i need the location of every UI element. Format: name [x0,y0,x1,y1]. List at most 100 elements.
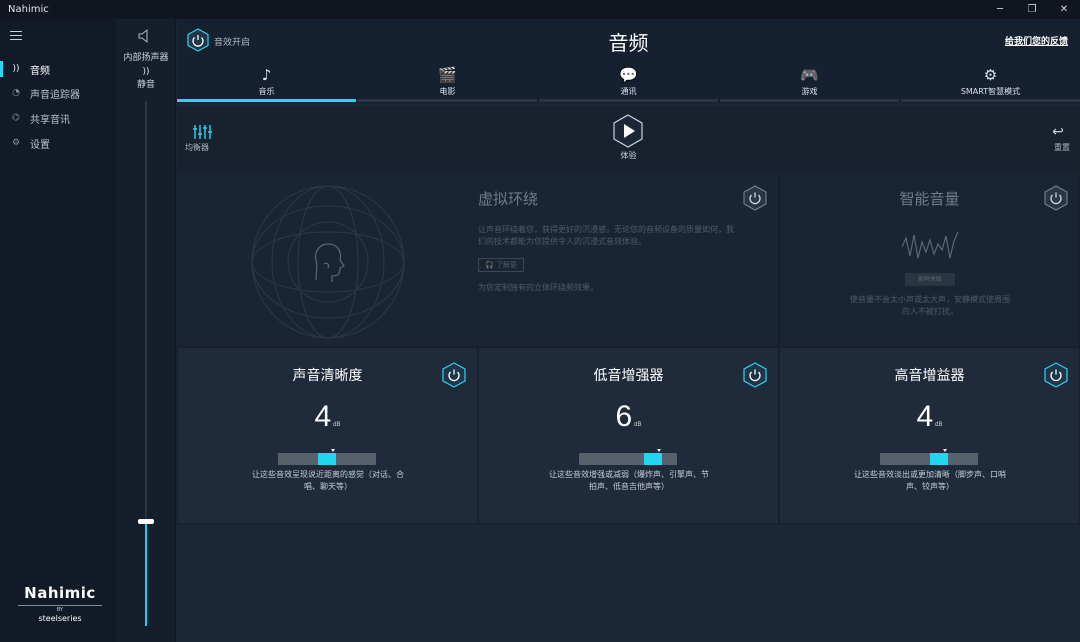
sidebar-item-label: 设置 [30,139,50,151]
maximize-icon: ❐ [1027,4,1037,15]
tab-indicator [358,99,537,102]
tab-smart-mode[interactable]: ⚙ SMART智慧模式 [901,59,1080,103]
effect-value-number: 6 [615,400,633,433]
effect-slider-fill [644,453,662,465]
effect-value-unit: dB [634,422,642,428]
effect-slider[interactable] [880,449,978,465]
effect-value: 4 dB [178,400,477,434]
close-button[interactable]: ✕ [1048,0,1080,19]
effect-title: 低音增强器 [593,368,664,384]
effect-slider-marker [943,449,947,452]
reset-label[interactable]: 重置 [1054,142,1070,153]
smart-volume-description: 使音量不会太小声或太大声，安静模式使周围的人不被打扰。 [850,295,1010,316]
voice-clarity-power-button[interactable] [442,362,466,388]
effect-card-treble-boost: 高音增益器 4 dB 让这些音效淡出或更加清晰（脚步声、口哨声、铰声等） [779,347,1080,524]
main-content: 音效开启 音频 给我们您的反馈 ♪ 音乐 🎬 电影 💬 通讯 🎮 游戏 ⚙ SM… [177,19,1080,642]
sound-wave-icon: )) [142,67,150,77]
waveform-icon [902,231,959,259]
smart-volume-button[interactable]: 影响关联 [905,273,955,286]
minimize-icon: ─ [996,4,1004,15]
effect-card-bass-boost: 低音增强器 6 dB 让这些音效增强或减弱（爆炸声、引擎声、节拍声、低音吉他声等） [478,347,779,524]
tab-indicator [539,99,718,102]
hamburger-icon[interactable] [10,31,22,40]
radar-icon: ◔ [12,88,20,98]
nahimic-logo: Nahimic BY steelseries [18,584,102,623]
effect-slider-fill [930,453,948,465]
effect-slider-marker [331,449,335,452]
sidebar-item-shared-audio[interactable]: ⌬ 共享音讯 [0,106,116,130]
effect-slider[interactable] [278,449,376,465]
speaker-icon [138,28,148,44]
chat-icon: 💬 [619,66,638,84]
effect-slider-marker [657,449,661,452]
effect-description: 让这些音效增强或减弱（爆炸声、引擎声、节拍声、低音吉他声等） [549,470,709,491]
volume-panel: 内部扬声器 )) 静音 [116,19,176,642]
effect-title: 声音清晰度 [292,368,363,384]
feedback-link[interactable]: 给我们您的反馈 [1005,34,1068,47]
device-label[interactable]: 内部扬声器 [116,50,176,63]
effect-slider-fill [318,453,336,465]
page-title: 音频 [608,31,649,55]
bass-boost-power-button[interactable] [743,362,767,388]
virtual-surround-power-button[interactable] [743,185,767,211]
reset-icon[interactable]: ↩ [1048,124,1068,140]
sidebar: )) 音频 ◔ 声音追踪器 ⌬ 共享音讯 ⚙ 设置 Nahimic BY ste… [0,19,116,642]
sidebar-item-label: 声音追踪器 [30,89,80,101]
tab-label: SMART智慧模式 [960,87,1021,96]
volume-slider-thumb[interactable] [138,519,154,524]
tab-movie[interactable]: 🎬 电影 [358,59,537,103]
learn-more-label: 了解更 [495,261,517,269]
tab-communication[interactable]: 💬 通讯 [539,59,718,103]
effect-slider[interactable] [579,449,677,465]
sidebar-item-audio[interactable]: )) 音频 [0,57,116,81]
virtual-surround-card: 虚拟环绕 让声音环绕着您，获得更好的沉浸感。无论您的音频设备的质量如何，我们的技… [177,171,779,347]
effect-value: 4 dB [780,400,1079,434]
gamepad-icon: 🎮 [800,66,819,84]
treble-boost-power-button[interactable] [1044,362,1068,388]
gear-icon: ⚙ [11,138,21,148]
tab-label: 电影 [439,87,456,96]
clapperboard-icon: 🎬 [438,66,457,84]
title-bar: Nahimic ─ ❐ ✕ [0,0,1080,19]
effect-description: 让这些音效淡出或更加清晰（脚步声、口哨声、铰声等） [854,470,1006,491]
smart-volume-title: 智能音量 [899,190,960,208]
headphones-icon: 🎧 [485,261,496,269]
sidebar-item-settings[interactable]: ⚙ 设置 [0,131,116,155]
effect-card-voice-clarity: 声音清晰度 4 dB 让这些音效呈现说近距离的感觉（对话、合唱、聊天等） [177,347,478,524]
sidebar-item-label: 共享音讯 [30,114,70,126]
effect-value: 6 dB [479,400,778,434]
tab-music[interactable]: ♪ 音乐 [177,59,356,103]
preset-tabs: ♪ 音乐 🎬 电影 💬 通讯 🎮 游戏 ⚙ SMART智慧模式 [177,59,1080,103]
experience-label: 体验 [620,151,637,160]
toolbar: 均衡器 体验 ↩ 重置 [177,106,1080,171]
mute-button[interactable]: )) 静音 [116,67,176,90]
smart-volume-card: 智能音量 影响关联 使音量不会太小声或太大声，安静模式使周围的人不被打扰。 [779,171,1080,347]
play-experience-button[interactable] [613,114,643,148]
equalizer-icon[interactable] [190,123,216,141]
effect-value-unit: dB [935,422,943,428]
volume-track-fill [145,521,147,626]
window-title: Nahimic [8,4,49,15]
tab-gaming[interactable]: 🎮 游戏 [720,59,899,103]
tab-label: 音乐 [258,87,275,96]
effect-value-unit: dB [333,422,341,428]
learn-more-button[interactable]: 🎧 了解更 [478,258,524,272]
tab-label: 通讯 [620,87,637,96]
minimize-button[interactable]: ─ [984,0,1016,19]
audio-wave-icon: )) [12,64,20,74]
close-icon: ✕ [1059,4,1069,15]
surround-globe-icon [251,185,405,339]
effect-title: 高音增益器 [894,368,965,384]
logo-by: BY [18,605,102,613]
tab-label: 游戏 [801,87,818,96]
music-note-icon: ♪ [261,66,272,84]
logo-partner: steelseries [38,614,82,623]
tab-indicator [720,99,899,102]
maximize-button[interactable]: ❐ [1016,0,1048,19]
virtual-surround-description: 让声音环绕着您，获得更好的沉浸感。无论您的音频设备的质量如何，我们的技术都能为您… [478,225,734,246]
virtual-surround-title: 虚拟环绕 [478,190,539,208]
share-icon: ⌬ [12,113,20,123]
effect-description: 让这些音效呈现说近距离的感觉（对话、合唱、聊天等） [252,470,404,491]
sidebar-item-sound-tracker[interactable]: ◔ 声音追踪器 [0,81,116,105]
smart-volume-power-button[interactable] [1044,185,1068,211]
